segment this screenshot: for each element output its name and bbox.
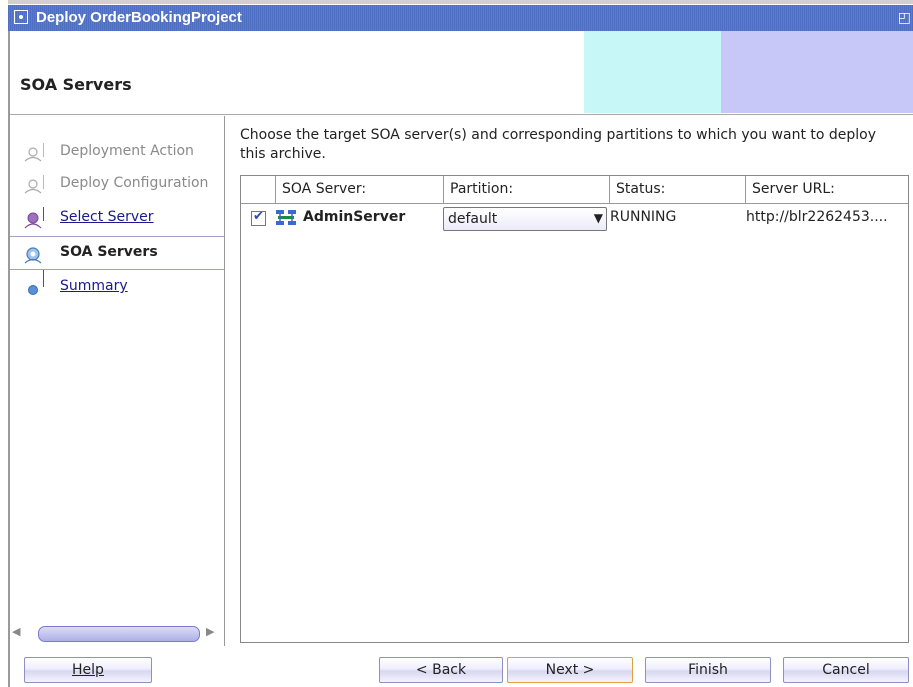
column-header-server-url[interactable]: Server URL: (745, 176, 908, 203)
soa-servers-table: SOA Server: Partition: Status: Server UR… (240, 175, 909, 643)
instruction-text: Choose the target SOA server(s) and corr… (240, 127, 877, 162)
window-title: Deploy OrderBookingProject (36, 9, 242, 26)
partition-select-value: default (448, 211, 498, 227)
step-current-icon (24, 247, 42, 264)
wizard-header: SOA Servers (10, 31, 913, 115)
next-button-label: Next > (545, 662, 595, 678)
header-decoration-lavender (721, 31, 913, 113)
scroll-right-icon[interactable]: ▶ (206, 625, 214, 638)
server-status: RUNNING (610, 209, 677, 225)
back-button-label: < Back (415, 662, 467, 678)
finish-button-label: Finish (688, 662, 728, 678)
nav-step-label[interactable]: Select Server (60, 209, 154, 225)
column-header-select (241, 176, 275, 203)
window-top-edge (8, 0, 913, 4)
next-button[interactable]: Next > (507, 657, 633, 683)
step-next-icon (28, 285, 38, 295)
nav-step-label[interactable]: Summary (60, 278, 128, 294)
nav-step-label: Deployment Action (60, 143, 194, 159)
column-header-partition[interactable]: Partition: (443, 176, 609, 203)
scroll-left-icon[interactable]: ◀ (12, 625, 20, 638)
server-name: AdminServer (303, 209, 406, 225)
nav-horizontal-scrollbar[interactable]: ◀ ▶ (10, 624, 224, 642)
help-button[interactable]: Help (24, 657, 152, 683)
step-pending-icon (24, 179, 42, 194)
window-menu-icon[interactable] (14, 10, 28, 24)
nav-step-deployment-action: Deployment Action (10, 136, 224, 168)
wizard-step-nav: Deployment Action Deploy Configuration S… (10, 116, 225, 646)
nav-step-label: SOA Servers (60, 244, 158, 260)
server-url: http://blr2262453.... (746, 209, 888, 225)
server-select-checkbox[interactable]: ✔ (251, 209, 266, 226)
maximize-icon[interactable]: ◰ (898, 10, 911, 26)
cancel-button-label: Cancel (822, 662, 870, 678)
checkmark-icon: ✔ (253, 209, 264, 224)
partition-select[interactable]: default ▼ (443, 207, 607, 231)
back-button[interactable]: < Back (379, 657, 503, 683)
table-header: SOA Server: Partition: Status: Server UR… (241, 176, 908, 204)
column-header-status[interactable]: Status: (609, 176, 745, 203)
nav-step-deploy-configuration: Deploy Configuration (10, 168, 224, 200)
header-decoration-cyan (584, 31, 721, 113)
step-pending-icon (24, 147, 42, 162)
dropdown-arrow-icon[interactable]: ▼ (594, 211, 603, 225)
server-icon (276, 210, 296, 225)
help-button-label: Help (72, 662, 104, 678)
table-row: ✔ AdminServer default ▼ RUNNING http://b… (241, 204, 908, 234)
title-bar[interactable]: Deploy OrderBookingProject ◰ (8, 5, 913, 31)
nav-step-select-server[interactable]: Select Server (10, 202, 224, 234)
step-visited-icon (24, 212, 42, 229)
nav-step-summary[interactable]: Summary (10, 271, 224, 303)
column-header-soa-server[interactable]: SOA Server: (275, 176, 443, 203)
cancel-button[interactable]: Cancel (783, 657, 909, 683)
finish-button[interactable]: Finish (645, 657, 771, 683)
nav-step-soa-servers[interactable]: SOA Servers (10, 236, 224, 270)
scrollbar-thumb[interactable] (38, 626, 200, 642)
page-title: SOA Servers (20, 75, 132, 94)
nav-step-label: Deploy Configuration (60, 175, 209, 191)
